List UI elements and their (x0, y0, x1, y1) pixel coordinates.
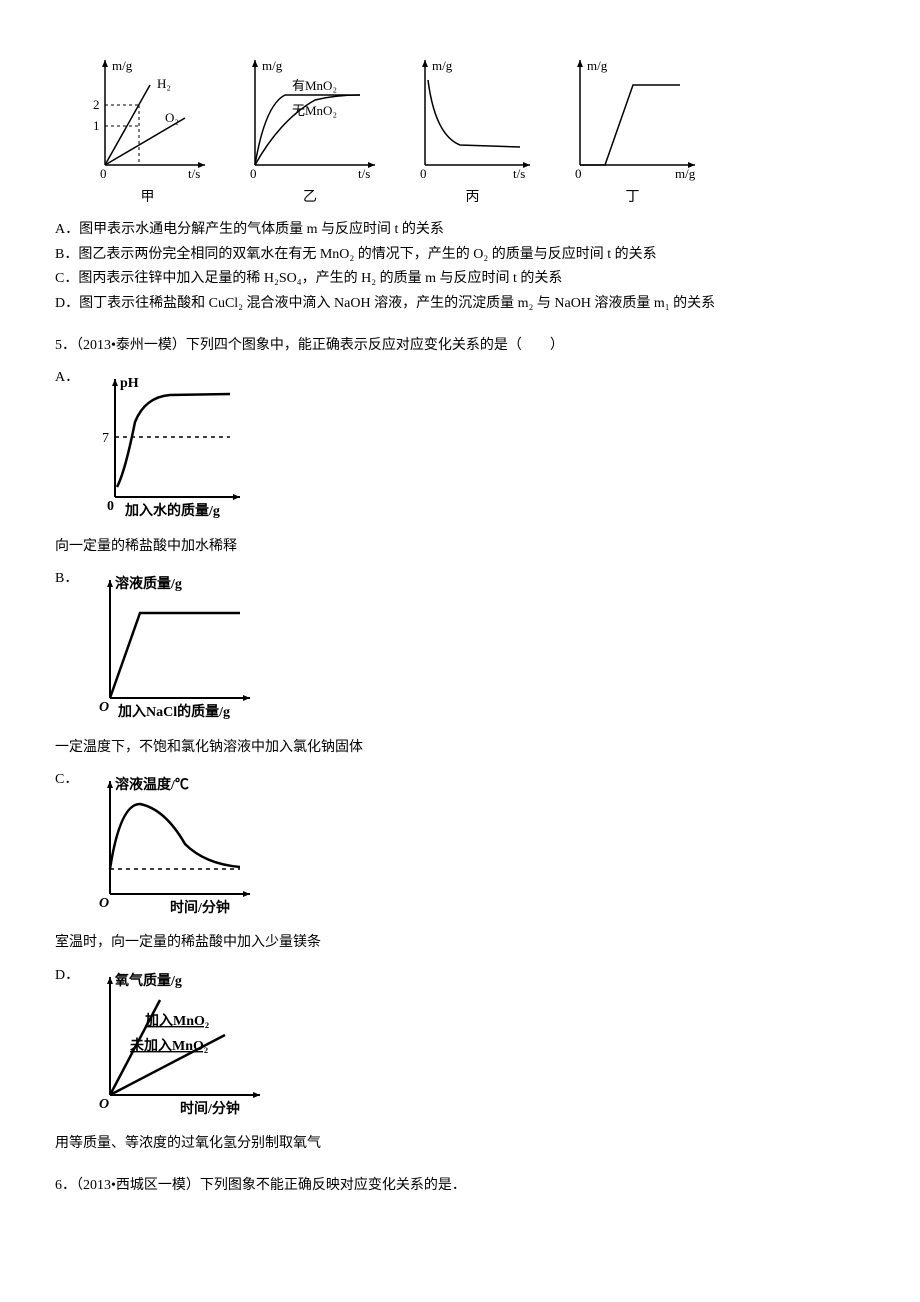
q4-options: A．图甲表示水通电分解产生的气体质量 m 与反应时间 t 的关系 B．图乙表示两… (55, 219, 865, 315)
origin: O (99, 1097, 109, 1112)
xlabel: 时间/分钟 (180, 1100, 240, 1117)
xlabel: t/s (513, 166, 525, 181)
ylabel: 溶液温度/℃ (115, 776, 189, 793)
ser2: 未加入MnO₂ (130, 1037, 208, 1054)
chart-jia-svg: m/g t/s 0 2 1 H₂ O₂ (75, 50, 220, 185)
ylabel: 溶液质量/g (115, 575, 182, 592)
q5d-graph: 氧气质量/g O 时间/分钟 加入MnO₂ 未加入MnO₂ (85, 965, 865, 1128)
origin: O (99, 896, 109, 911)
q4-option-c: C．图丙表示往锌中加入足量的稀 H₂SO₄，产生的 H₂ 的质量 m 与反应时间… (55, 268, 865, 290)
q5c-graph: 溶液温度/℃ O 时间/分钟 (85, 769, 865, 927)
wu-label: 无MnO₂ (292, 103, 337, 118)
zero: 0 (420, 166, 427, 181)
choice-letter-d: D． (55, 965, 85, 987)
q5-choice-b: B． 溶液质量/g O 加入NaCl的质量/g 一定温度下，不饱和氯化钠溶液中加… (55, 568, 865, 759)
you-label: 有MnO₂ (292, 78, 337, 93)
ylabel: m/g (112, 58, 133, 73)
origin: O (99, 700, 109, 715)
xlabel: 加入NaCl的质量/g (117, 703, 230, 720)
q5d-desc: 用等质量、等浓度的过氧化氢分别制取氧气 (55, 1133, 865, 1155)
q4-charts-row: m/g t/s 0 2 1 H₂ O₂ 甲 m/g t/s 0 有MnO₂ 无M… (75, 50, 865, 209)
q4-option-d: D．图丁表示往稀盐酸和 CuCl₂ 混合液中滴入 NaOH 溶液，产生的沉淀质量… (55, 293, 865, 315)
q4-option-a: A．图甲表示水通电分解产生的气体质量 m 与反应时间 t 的关系 (55, 219, 865, 241)
q6-stem: 6．（2013•西城区一模）下列图象不能正确反映对应变化关系的是． (55, 1175, 865, 1197)
choice-letter-c: C． (55, 769, 85, 791)
chart-ding-label: 丁 (555, 187, 710, 209)
q5c-desc: 室温时，向一定量的稀盐酸中加入少量镁条 (55, 932, 865, 954)
xlabel: t/s (358, 166, 370, 181)
q5-choice-a: A． pH 7 0 加入水的质量/g 向一定量的稀盐酸中加水稀释 (55, 367, 865, 558)
choice-letter-b: B． (55, 568, 85, 590)
q5a-graph: pH 7 0 加入水的质量/g (85, 367, 865, 530)
chart-ding: m/g m/g 0 丁 (555, 50, 710, 209)
choice-letter-a: A． (55, 367, 85, 389)
chart-jia-label: 甲 (75, 187, 220, 209)
q5a-desc: 向一定量的稀盐酸中加水稀释 (55, 536, 865, 558)
q5b-desc: 一定温度下，不饱和氯化钠溶液中加入氯化钠固体 (55, 737, 865, 759)
chart-yi-label: 乙 (230, 187, 390, 209)
q5b-graph: 溶液质量/g O 加入NaCl的质量/g (85, 568, 865, 731)
ytick7: 7 (102, 431, 109, 446)
xlabel: m/g (675, 166, 696, 181)
ylabel: pH (120, 376, 139, 391)
chart-jia: m/g t/s 0 2 1 H₂ O₂ 甲 (75, 50, 220, 209)
q5-choice-d: D． 氧气质量/g O 时间/分钟 加入MnO₂ 未加入MnO₂ 用等质量、等浓… (55, 965, 865, 1156)
ytick2: 2 (93, 97, 100, 112)
xlabel: 时间/分钟 (170, 899, 230, 916)
chart-bing-svg: m/g t/s 0 (400, 50, 545, 185)
ytick1: 1 (93, 118, 100, 133)
zero: 0 (575, 166, 582, 181)
q5-choice-c: C． 溶液温度/℃ O 时间/分钟 室温时，向一定量的稀盐酸中加入少量镁条 (55, 769, 865, 955)
ylabel: m/g (587, 58, 608, 73)
ser1: 加入MnO₂ (144, 1013, 209, 1029)
xlabel: t/s (188, 166, 200, 181)
q5-stem: 5．（2013•泰州一模）下列四个图象中，能正确表示反应对应变化关系的是（ ） (55, 335, 865, 357)
xlabel: 加入水的质量/g (124, 502, 220, 519)
ylabel: m/g (262, 58, 283, 73)
chart-bing: m/g t/s 0 丙 (400, 50, 545, 209)
h2-label: H₂ (157, 76, 171, 91)
chart-yi-svg: m/g t/s 0 有MnO₂ 无MnO₂ (230, 50, 390, 185)
chart-ding-svg: m/g m/g 0 (555, 50, 710, 185)
o2-label: O₂ (165, 110, 179, 125)
zero: 0 (250, 166, 257, 181)
origin: 0 (107, 499, 114, 514)
ylabel: m/g (432, 58, 453, 73)
ylabel: 氧气质量/g (114, 972, 182, 989)
chart-bing-label: 丙 (400, 187, 545, 209)
chart-yi: m/g t/s 0 有MnO₂ 无MnO₂ 乙 (230, 50, 390, 209)
zero: 0 (100, 166, 107, 181)
q4-option-b: B．图乙表示两份完全相同的双氧水在有无 MnO₂ 的情况下，产生的 O₂ 的质量… (55, 244, 865, 266)
